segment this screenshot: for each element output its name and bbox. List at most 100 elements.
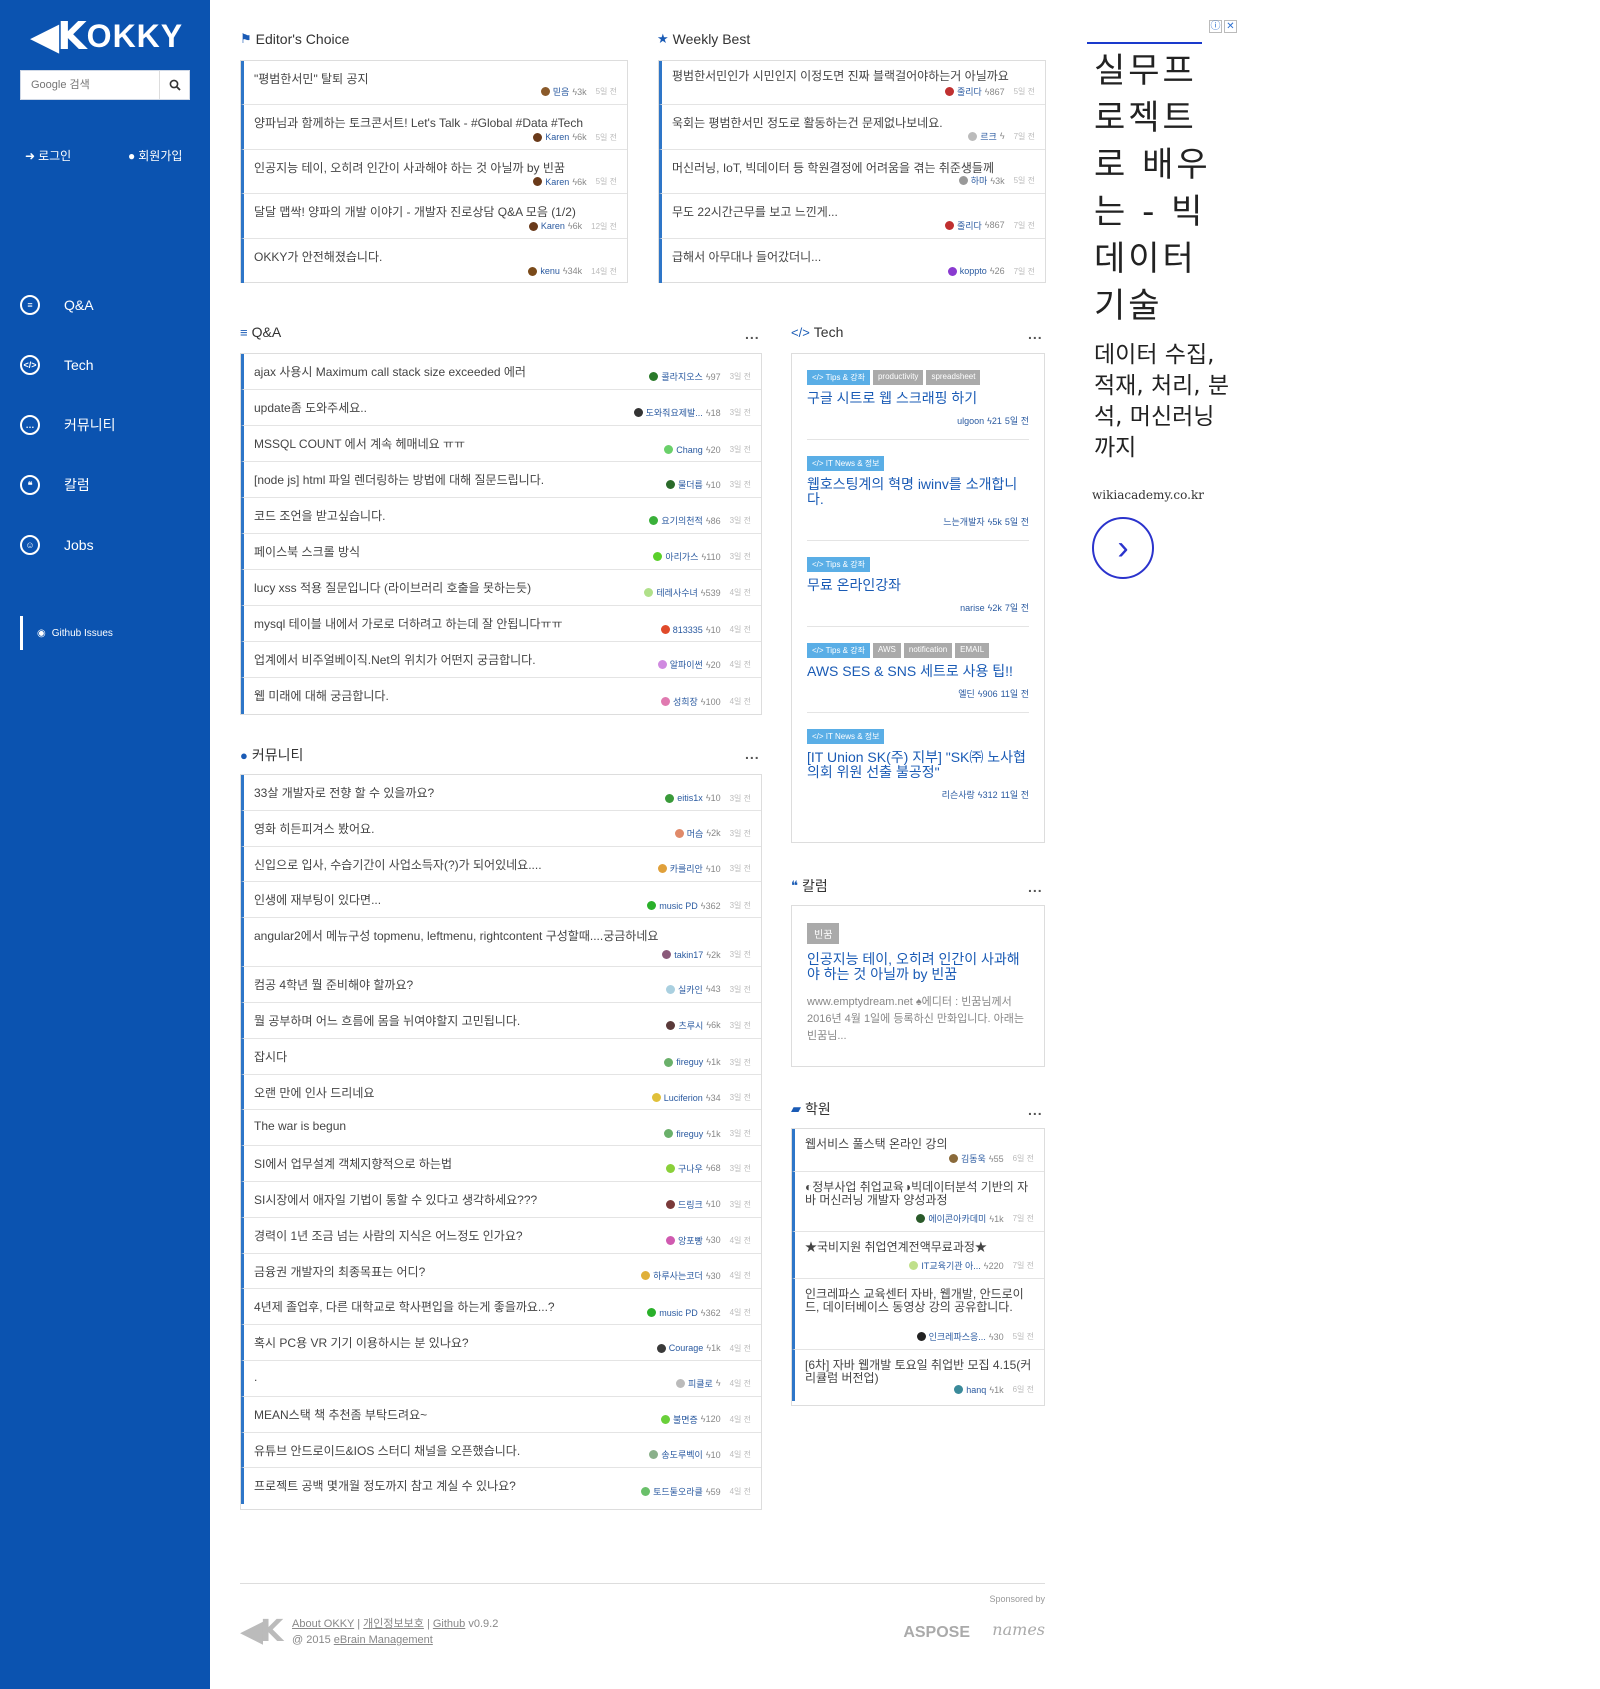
chevron-right-icon[interactable]: › (1092, 517, 1154, 579)
item-title[interactable]: "평범한서민" 탈퇴 공지 (254, 61, 617, 87)
username[interactable]: music PD (659, 1308, 698, 1318)
avatar[interactable] (649, 516, 659, 525)
avatar[interactable] (665, 480, 675, 489)
list-item[interactable]: 잡시다 fireguy ϟ1k 3일 전 (241, 1038, 761, 1075)
username[interactable]: Luciferion (664, 1093, 703, 1103)
info-icon[interactable]: ⓘ (1209, 20, 1222, 33)
avatar[interactable] (665, 984, 675, 994)
item-title[interactable]: ★국비지원 취업연계전액무료과정★ (805, 1232, 1034, 1254)
list-item[interactable]: 달달 맵싹! 양파의 개발 이야기 - 개발자 진로상담 Q&A 모음 (1/2… (241, 194, 627, 239)
avatar[interactable] (944, 87, 954, 97)
avatar[interactable] (944, 220, 954, 230)
list-item[interactable]: OKKY가 안전해졌습니다. kenu ϟ34k 14일 전 (241, 238, 627, 283)
username[interactable]: 송도루벡이 (661, 1448, 702, 1461)
list-item[interactable]: 오랜 만에 인사 드리네요 Luciferion ϟ34 3일 전 (241, 1074, 761, 1111)
list-item[interactable]: 인공지능 테이, 오히려 인간이 사과해야 하는 것 아닐까 by 빈꿈 Kare… (241, 149, 627, 195)
username[interactable]: 엘딘 (958, 687, 975, 700)
login-link[interactable]: ➜ 로그인 (25, 147, 71, 164)
item-title[interactable]: angular2에서 메뉴구성 topmenu, leftmenu, right… (254, 918, 751, 944)
item-title[interactable]: 무도 22시간근무를 보고 느낀게... (672, 194, 1035, 220)
username[interactable]: Chang (676, 445, 703, 455)
list-item[interactable]: SI시장에서 애자일 기법이 통할 수 있다고 생각하세요??? 드링크 ϟ10 3일… (241, 1181, 761, 1218)
list-item[interactable]: 코드 조언을 받고싶습니다. 요기의천적 ϟ86 3일 전 (241, 498, 761, 534)
username[interactable]: eitis1x (677, 793, 703, 803)
username[interactable]: 믿음 (553, 85, 570, 98)
item-title[interactable]: 인크레파스 교육센터 자바, 웹개발, 안드로이드, 데이터베이스 동영상 강의… (805, 1279, 1034, 1314)
avatar[interactable] (528, 221, 538, 231)
tag[interactable]: </> Tips & 강좌 (807, 643, 870, 658)
list-item[interactable]: 웹 미래에 대해 궁금합니다. 성희장 ϟ100 4일 전 (241, 678, 761, 714)
about-link[interactable]: About OKKY (292, 1618, 354, 1630)
avatar[interactable] (666, 1020, 676, 1030)
avatar[interactable] (954, 1385, 964, 1394)
avatar[interactable] (665, 1235, 675, 1245)
username[interactable]: 토드둘오라클 (653, 1485, 703, 1498)
list-item[interactable]: 양파님과 함께하는 토크콘서트! Let's Talk - #Global #D… (241, 105, 627, 150)
list-item[interactable]: update좀 도와주세요.. 도와줘요제발... ϟ18 3일 전 (241, 390, 761, 426)
username[interactable]: Karen (545, 132, 569, 142)
tag[interactable]: </> IT News & 정보 (807, 729, 885, 744)
avatar[interactable] (528, 266, 538, 276)
tech-item[interactable]: </> IT News & 정보 웹호스팅계의 혁명 iwinv를 소개합니다. 느… (807, 440, 1029, 541)
list-item[interactable]: 뭘 공부하며 어느 흐름에 몸을 뉘여야할지 고민됩니다. 츠루시 ϟ6k 3일 전 (241, 1002, 761, 1039)
list-item[interactable]: 금융권 개발자의 최종목표는 어디? 하루사는코더 ϟ30 4일 전 (241, 1253, 761, 1290)
username[interactable]: fireguy (676, 1057, 703, 1067)
avatar[interactable] (664, 1129, 674, 1139)
avatar[interactable] (660, 697, 670, 706)
list-item[interactable]: 평범한서민인가 시민인지 이정도면 진짜 블랙걸어야하는거 아닐까요 줄리다 ϟ86… (659, 61, 1045, 106)
username[interactable]: 아리가스 (665, 550, 698, 563)
names-logo[interactable]: names (992, 1620, 1045, 1639)
github-link[interactable]: Github (433, 1618, 465, 1630)
username[interactable]: 머슴 (687, 827, 704, 840)
qa-more-button[interactable]: ... (745, 326, 760, 342)
username[interactable]: 813335 (673, 625, 703, 635)
search-input[interactable] (21, 71, 159, 99)
username[interactable]: 드링크 (678, 1198, 703, 1211)
tech-article-title[interactable]: 무료 온라인강좌 (807, 578, 1029, 593)
list-item[interactable]: lucy xss 적용 질문입니다 (라이브러리 호출을 못하는듯) 테레사수녀 ϟ… (241, 570, 761, 606)
avatar[interactable] (660, 1414, 670, 1424)
item-title[interactable]: 웹서비스 풀스택 온라인 강의 (805, 1129, 1034, 1151)
username[interactable]: 츠루시 (678, 1019, 703, 1032)
username[interactable]: 느는개발자 (943, 515, 984, 528)
username[interactable]: 성희장 (673, 695, 698, 708)
username[interactable]: 물더름 (678, 478, 703, 491)
username[interactable]: 하마 (971, 174, 988, 187)
list-item[interactable]: [node js] html 파일 렌더링하는 방법에 대해 질문드립니다. 물더… (241, 462, 761, 498)
list-item[interactable]: "평범한서민" 탈퇴 공지 믿음 ϟ3k 5일 전 (241, 61, 627, 106)
company-link[interactable]: eBrain Management (334, 1634, 433, 1646)
list-item[interactable]: 33살 개발자로 전향 할 수 있을까요? eitis1x ϟ10 3일 전 (241, 775, 761, 811)
list-item[interactable]: 유튜브 안드로이드&IOS 스터디 채널을 오픈했습니다. 송도루벡이 ϟ10 4일 … (241, 1432, 761, 1469)
tech-item[interactable]: </> Tips & 강좌 AWS notification EMAIL AWS SES… (807, 627, 1029, 713)
username[interactable]: 구나우 (678, 1162, 703, 1175)
avatar[interactable] (644, 588, 654, 597)
list-item[interactable]: MEAN스택 책 추천좀 부탁드려요~ 불면증 ϟ120 4일 전 (241, 1396, 761, 1433)
tech-article-title[interactable]: [IT Union SK(주) 지부] "SK㈜ 노사협의회 위원 선출 불공정… (807, 750, 1029, 780)
avatar[interactable] (664, 1057, 674, 1067)
list-item[interactable]: ★국비지원 취업연계전액무료과정★ IT교육기관 아... ϟ220 7일 전 (792, 1232, 1044, 1279)
tech-item[interactable]: </> Tips & 강좌 무료 온라인강좌 narise ϟ2k 7일 전 (807, 541, 1029, 627)
community-more-button[interactable]: ... (745, 746, 760, 762)
item-title[interactable]: 인공지능 테이, 오히려 인간이 사과해야 하는 것 아닐까 by 빈꿈 (254, 150, 617, 176)
avatar[interactable] (649, 1450, 659, 1460)
username[interactable]: koppto (960, 266, 987, 276)
username[interactable]: narise (960, 603, 985, 613)
list-item[interactable]: 컴공 4학년 뭘 준비해야 할까요? 실카인 ϟ43 3일 전 (241, 967, 761, 1003)
username[interactable]: 리슨사랑 (942, 788, 975, 801)
username[interactable]: Karen (541, 221, 565, 231)
avatar[interactable] (651, 1093, 661, 1103)
username[interactable]: 앙포빵 (678, 1234, 703, 1247)
avatar[interactable] (647, 901, 657, 911)
username[interactable]: 도와줘요제발... (646, 406, 703, 419)
list-item[interactable]: ajax 사용시 Maximum call stack size exceede… (241, 354, 761, 390)
avatar[interactable] (653, 552, 663, 561)
nav-item-community[interactable]: … 커뮤니티 (20, 413, 116, 437)
tag[interactable]: notification (903, 643, 953, 658)
academy-more-button[interactable]: ... (1028, 1102, 1043, 1118)
username[interactable]: 불면증 (673, 1413, 698, 1426)
username[interactable]: music PD (659, 901, 698, 911)
list-item[interactable]: . 피클로 ϟ 4일 전 (241, 1360, 761, 1397)
avatar[interactable] (674, 828, 684, 838)
ad-url[interactable]: wikiacademy.co.kr (1092, 488, 1204, 502)
username[interactable]: 알파이썬 (670, 658, 703, 671)
